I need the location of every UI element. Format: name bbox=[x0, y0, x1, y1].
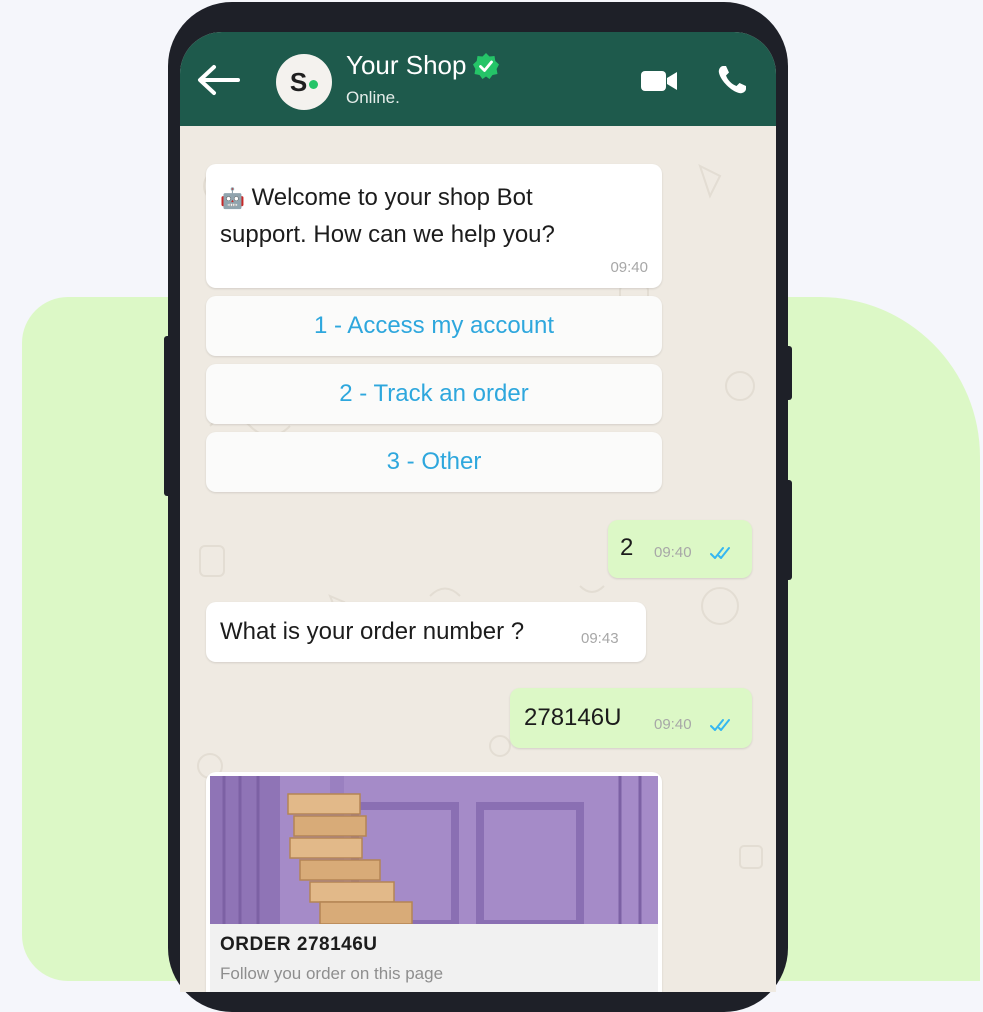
order-image bbox=[210, 776, 658, 924]
reply-text: 2 bbox=[620, 534, 634, 561]
verified-icon bbox=[473, 52, 500, 79]
reply-text: 278146U bbox=[524, 704, 622, 731]
chat-header: S Your Shop Online. bbox=[180, 32, 776, 126]
contact-title-row[interactable]: Your Shop bbox=[346, 50, 500, 81]
phone-side-button-left bbox=[164, 336, 172, 496]
chat-screen: S Your Shop Online. 🤖 Welcome to your sh… bbox=[180, 32, 776, 992]
order-card-title: ORDER 278146U bbox=[220, 934, 378, 955]
welcome-line-1: Welcome to your shop Bot bbox=[251, 184, 533, 211]
message-time: 09:40 bbox=[654, 716, 692, 733]
contact-status: Online. bbox=[346, 88, 400, 107]
read-ticks-icon bbox=[710, 719, 730, 731]
video-camera-icon[interactable] bbox=[640, 68, 678, 94]
avatar-letter: S bbox=[289, 66, 308, 97]
reply-message-choice: 2 09:40 bbox=[608, 520, 752, 578]
message-time: 09:40 bbox=[654, 544, 692, 561]
read-ticks-icon bbox=[710, 547, 730, 559]
message-time: 09:40 bbox=[610, 259, 648, 276]
option-other-button[interactable]: 3 - Other bbox=[206, 432, 662, 492]
order-card[interactable]: ORDER 278146U Follow you order on this p… bbox=[206, 772, 662, 992]
phone-side-button-right-upper bbox=[785, 346, 792, 400]
option-access-account-button[interactable]: 1 - Access my account bbox=[206, 296, 662, 356]
contact-name: Your Shop bbox=[346, 50, 467, 80]
question-text: What is your order number ? bbox=[220, 618, 525, 645]
message-time: 09:43 bbox=[581, 630, 619, 647]
contact-avatar[interactable]: S bbox=[276, 54, 332, 110]
reply-message-order: 278146U 09:40 bbox=[510, 688, 752, 748]
welcome-line-2: support. How can we help you? bbox=[220, 221, 555, 248]
phone-icon[interactable] bbox=[716, 64, 748, 96]
order-card-info: ORDER 278146U Follow you order on this p… bbox=[210, 924, 658, 992]
welcome-message: 🤖 Welcome to your shop Bot support. How … bbox=[206, 164, 662, 288]
order-card-subtitle: Follow you order on this page bbox=[220, 964, 444, 983]
back-arrow-icon[interactable] bbox=[196, 64, 240, 96]
avatar-dot bbox=[309, 79, 319, 89]
phone-side-button-right-lower bbox=[785, 480, 792, 580]
order-number-question: What is your order number ? 09:43 bbox=[206, 602, 646, 662]
option-track-order-button[interactable]: 2 - Track an order bbox=[206, 364, 662, 424]
robot-icon: 🤖 bbox=[220, 188, 245, 210]
